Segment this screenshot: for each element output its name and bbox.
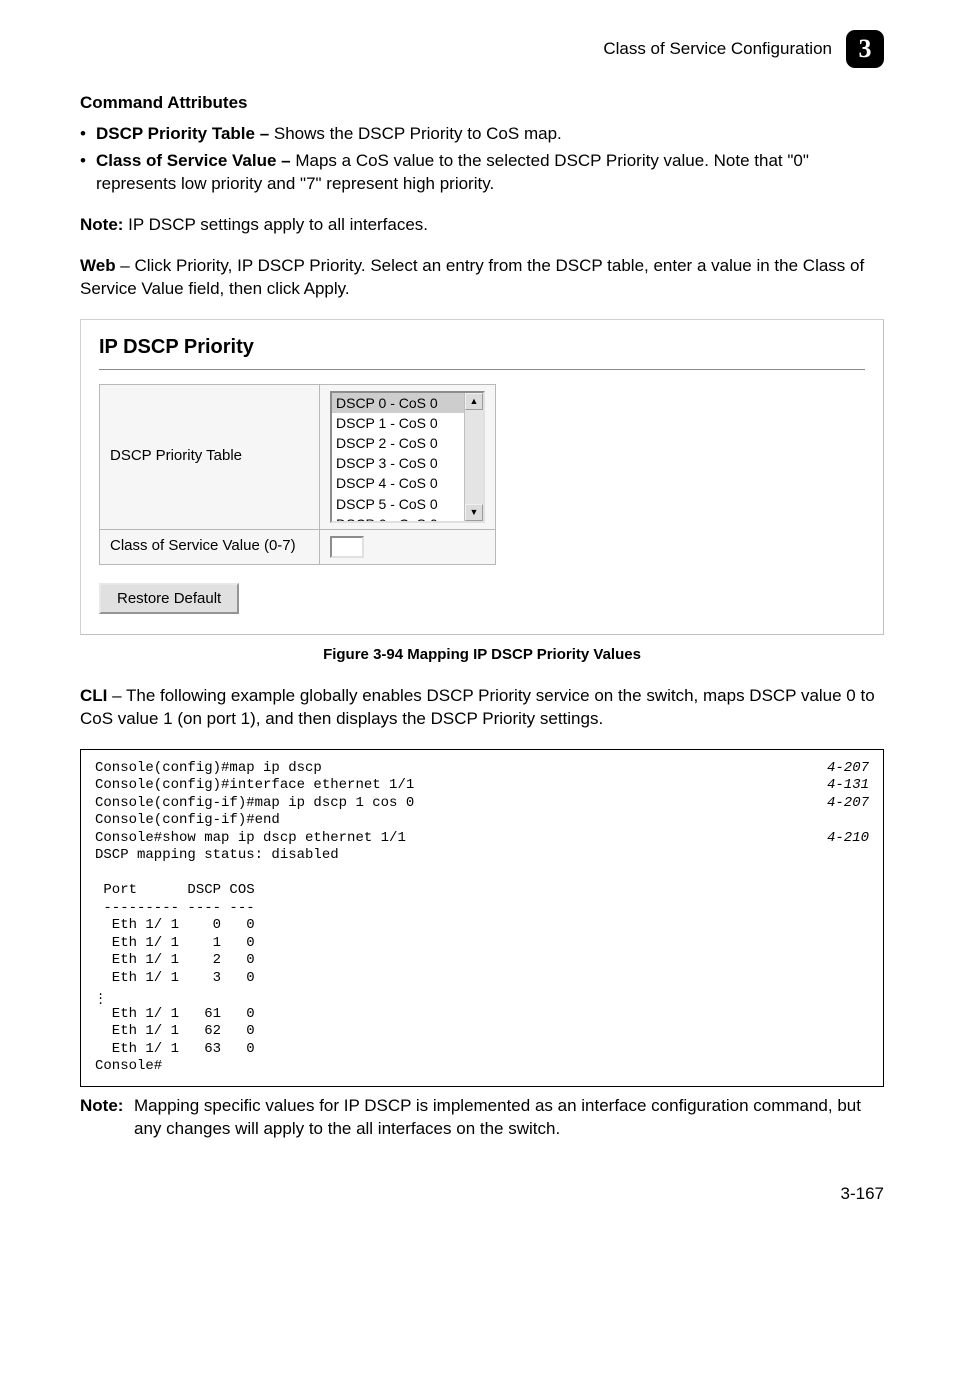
console-cmd: Console(config-if)#end xyxy=(95,812,280,830)
chapter-badge: 3 xyxy=(846,30,884,68)
console-line: Console(config-if)#map ip dscp 1 cos 0 4-… xyxy=(95,795,869,813)
console-cmd: DSCP mapping status: disabled xyxy=(95,847,339,865)
footnote-label: Note: xyxy=(80,1095,134,1141)
console-line: Console#show map ip dscp ethernet 1/1 4-2… xyxy=(95,830,869,848)
listbox-item[interactable]: DSCP 5 - CoS 0 xyxy=(332,494,464,514)
console-cmd: Console(config-if)#map ip dscp 1 cos 0 xyxy=(95,795,414,813)
console-header: Port DSCP COS xyxy=(95,882,255,898)
attr-label: DSCP Priority Table – xyxy=(96,124,274,143)
scroll-up-icon[interactable]: ▲ xyxy=(465,393,483,410)
figure-caption: Figure 3-94 Mapping IP DSCP Priority Val… xyxy=(80,645,884,665)
footnote-text: Mapping specific values for IP DSCP is i… xyxy=(134,1095,884,1141)
list-item: • Class of Service Value – Maps a CoS va… xyxy=(80,150,884,196)
form-table: DSCP Priority Table DSCP 0 - CoS 0 DSCP … xyxy=(99,384,496,565)
console-data: Eth 1/ 1 1 0 xyxy=(95,935,255,951)
restore-default-button[interactable]: Restore Default xyxy=(99,583,239,614)
header-title: Class of Service Configuration xyxy=(603,38,832,61)
bullet-icon: • xyxy=(80,123,86,146)
web-paragraph: Web – Click Priority, IP DSCP Priority. … xyxy=(80,255,884,301)
cli-paragraph: CLI – The following example globally ena… xyxy=(80,685,884,731)
vertical-ellipsis-icon: . . . xyxy=(97,990,869,1003)
console-output: Console(config)#map ip dscp4-207Console(… xyxy=(80,749,884,1087)
attr-label: Class of Service Value – xyxy=(96,151,295,170)
console-cmd: Console(config)#interface ethernet 1/1 xyxy=(95,777,414,795)
cos-value-cell xyxy=(320,529,496,564)
console-data: Eth 1/ 1 62 0 xyxy=(95,1023,255,1039)
note-text: IP DSCP settings apply to all interfaces… xyxy=(123,215,428,234)
console-line: DSCP mapping status: disabled xyxy=(95,847,869,865)
attribute-list: • DSCP Priority Table – Shows the DSCP P… xyxy=(80,123,884,196)
console-divider: --------- ---- --- xyxy=(95,900,255,916)
console-data: Eth 1/ 1 61 0 xyxy=(95,1006,255,1022)
cos-value-input[interactable] xyxy=(330,536,364,558)
console-data: Eth 1/ 1 63 0 xyxy=(95,1041,255,1057)
listbox-item[interactable]: DSCP 4 - CoS 0 xyxy=(332,473,464,493)
dscp-listbox[interactable]: DSCP 0 - CoS 0 DSCP 1 - CoS 0 DSCP 2 - C… xyxy=(330,391,485,523)
listbox-items: DSCP 0 - CoS 0 DSCP 1 - CoS 0 DSCP 2 - C… xyxy=(332,393,464,521)
divider xyxy=(99,369,865,370)
console-data: Eth 1/ 1 2 0 xyxy=(95,952,255,968)
scrollbar[interactable]: ▲ ▼ xyxy=(464,393,483,521)
panel-title: IP DSCP Priority xyxy=(99,334,865,361)
console-cmd: Console#show map ip dscp ethernet 1/1 xyxy=(95,830,406,848)
ip-dscp-priority-panel: IP DSCP Priority DSCP Priority Table DSC… xyxy=(80,319,884,635)
note-label: Note: xyxy=(80,215,123,234)
cli-text: – The following example globally enables… xyxy=(80,686,875,728)
console-cmd: Console(config)#map ip dscp xyxy=(95,760,322,778)
console-line: Console(config-if)#end xyxy=(95,812,869,830)
page-header: Class of Service Configuration 3 xyxy=(80,30,884,68)
cli-label: CLI xyxy=(80,686,107,705)
dscp-priority-table-cell: DSCP 0 - CoS 0 DSCP 1 - CoS 0 DSCP 2 - C… xyxy=(320,384,496,529)
attr-text: Class of Service Value – Maps a CoS valu… xyxy=(96,150,884,196)
scroll-down-icon[interactable]: ▼ xyxy=(465,504,483,521)
listbox-item[interactable]: DSCP 0 - CoS 0 xyxy=(332,393,464,413)
console-ref: 4-207 xyxy=(827,795,869,813)
console-data: Eth 1/ 1 3 0 xyxy=(95,970,255,986)
table-row: Class of Service Value (0-7) xyxy=(100,529,496,564)
command-attributes-heading: Command Attributes xyxy=(80,92,884,115)
listbox-item[interactable]: DSCP 6 - CoS 0 xyxy=(332,514,464,521)
listbox-item[interactable]: DSCP 1 - CoS 0 xyxy=(332,413,464,433)
console-ref: 4-210 xyxy=(827,830,869,848)
footnote: Note: Mapping specific values for IP DSC… xyxy=(80,1095,884,1141)
table-row: DSCP Priority Table DSCP 0 - CoS 0 DSCP … xyxy=(100,384,496,529)
web-text: – Click Priority, IP DSCP Priority. Sele… xyxy=(80,256,864,298)
cos-value-label: Class of Service Value (0-7) xyxy=(100,529,320,564)
dscp-priority-table-label: DSCP Priority Table xyxy=(100,384,320,529)
console-data: Console# xyxy=(95,1058,162,1074)
listbox-item[interactable]: DSCP 3 - CoS 0 xyxy=(332,453,464,473)
console-line: Console(config)#interface ethernet 1/1 4-… xyxy=(95,777,869,795)
attr-text: DSCP Priority Table – Shows the DSCP Pri… xyxy=(96,123,562,146)
web-label: Web xyxy=(80,256,116,275)
attr-desc: Shows the DSCP Priority to CoS map. xyxy=(274,124,562,143)
page-number: 3-167 xyxy=(80,1183,884,1206)
console-line: Console(config)#map ip dscp 4-207 xyxy=(95,760,869,778)
list-item: • DSCP Priority Table – Shows the DSCP P… xyxy=(80,123,884,146)
bullet-icon: • xyxy=(80,150,86,196)
note-paragraph: Note: IP DSCP settings apply to all inte… xyxy=(80,214,884,237)
console-ref: 4-131 xyxy=(827,777,869,795)
console-ref: 4-207 xyxy=(827,760,869,778)
console-data: Eth 1/ 1 0 0 xyxy=(95,917,255,933)
listbox-item[interactable]: DSCP 2 - CoS 0 xyxy=(332,433,464,453)
